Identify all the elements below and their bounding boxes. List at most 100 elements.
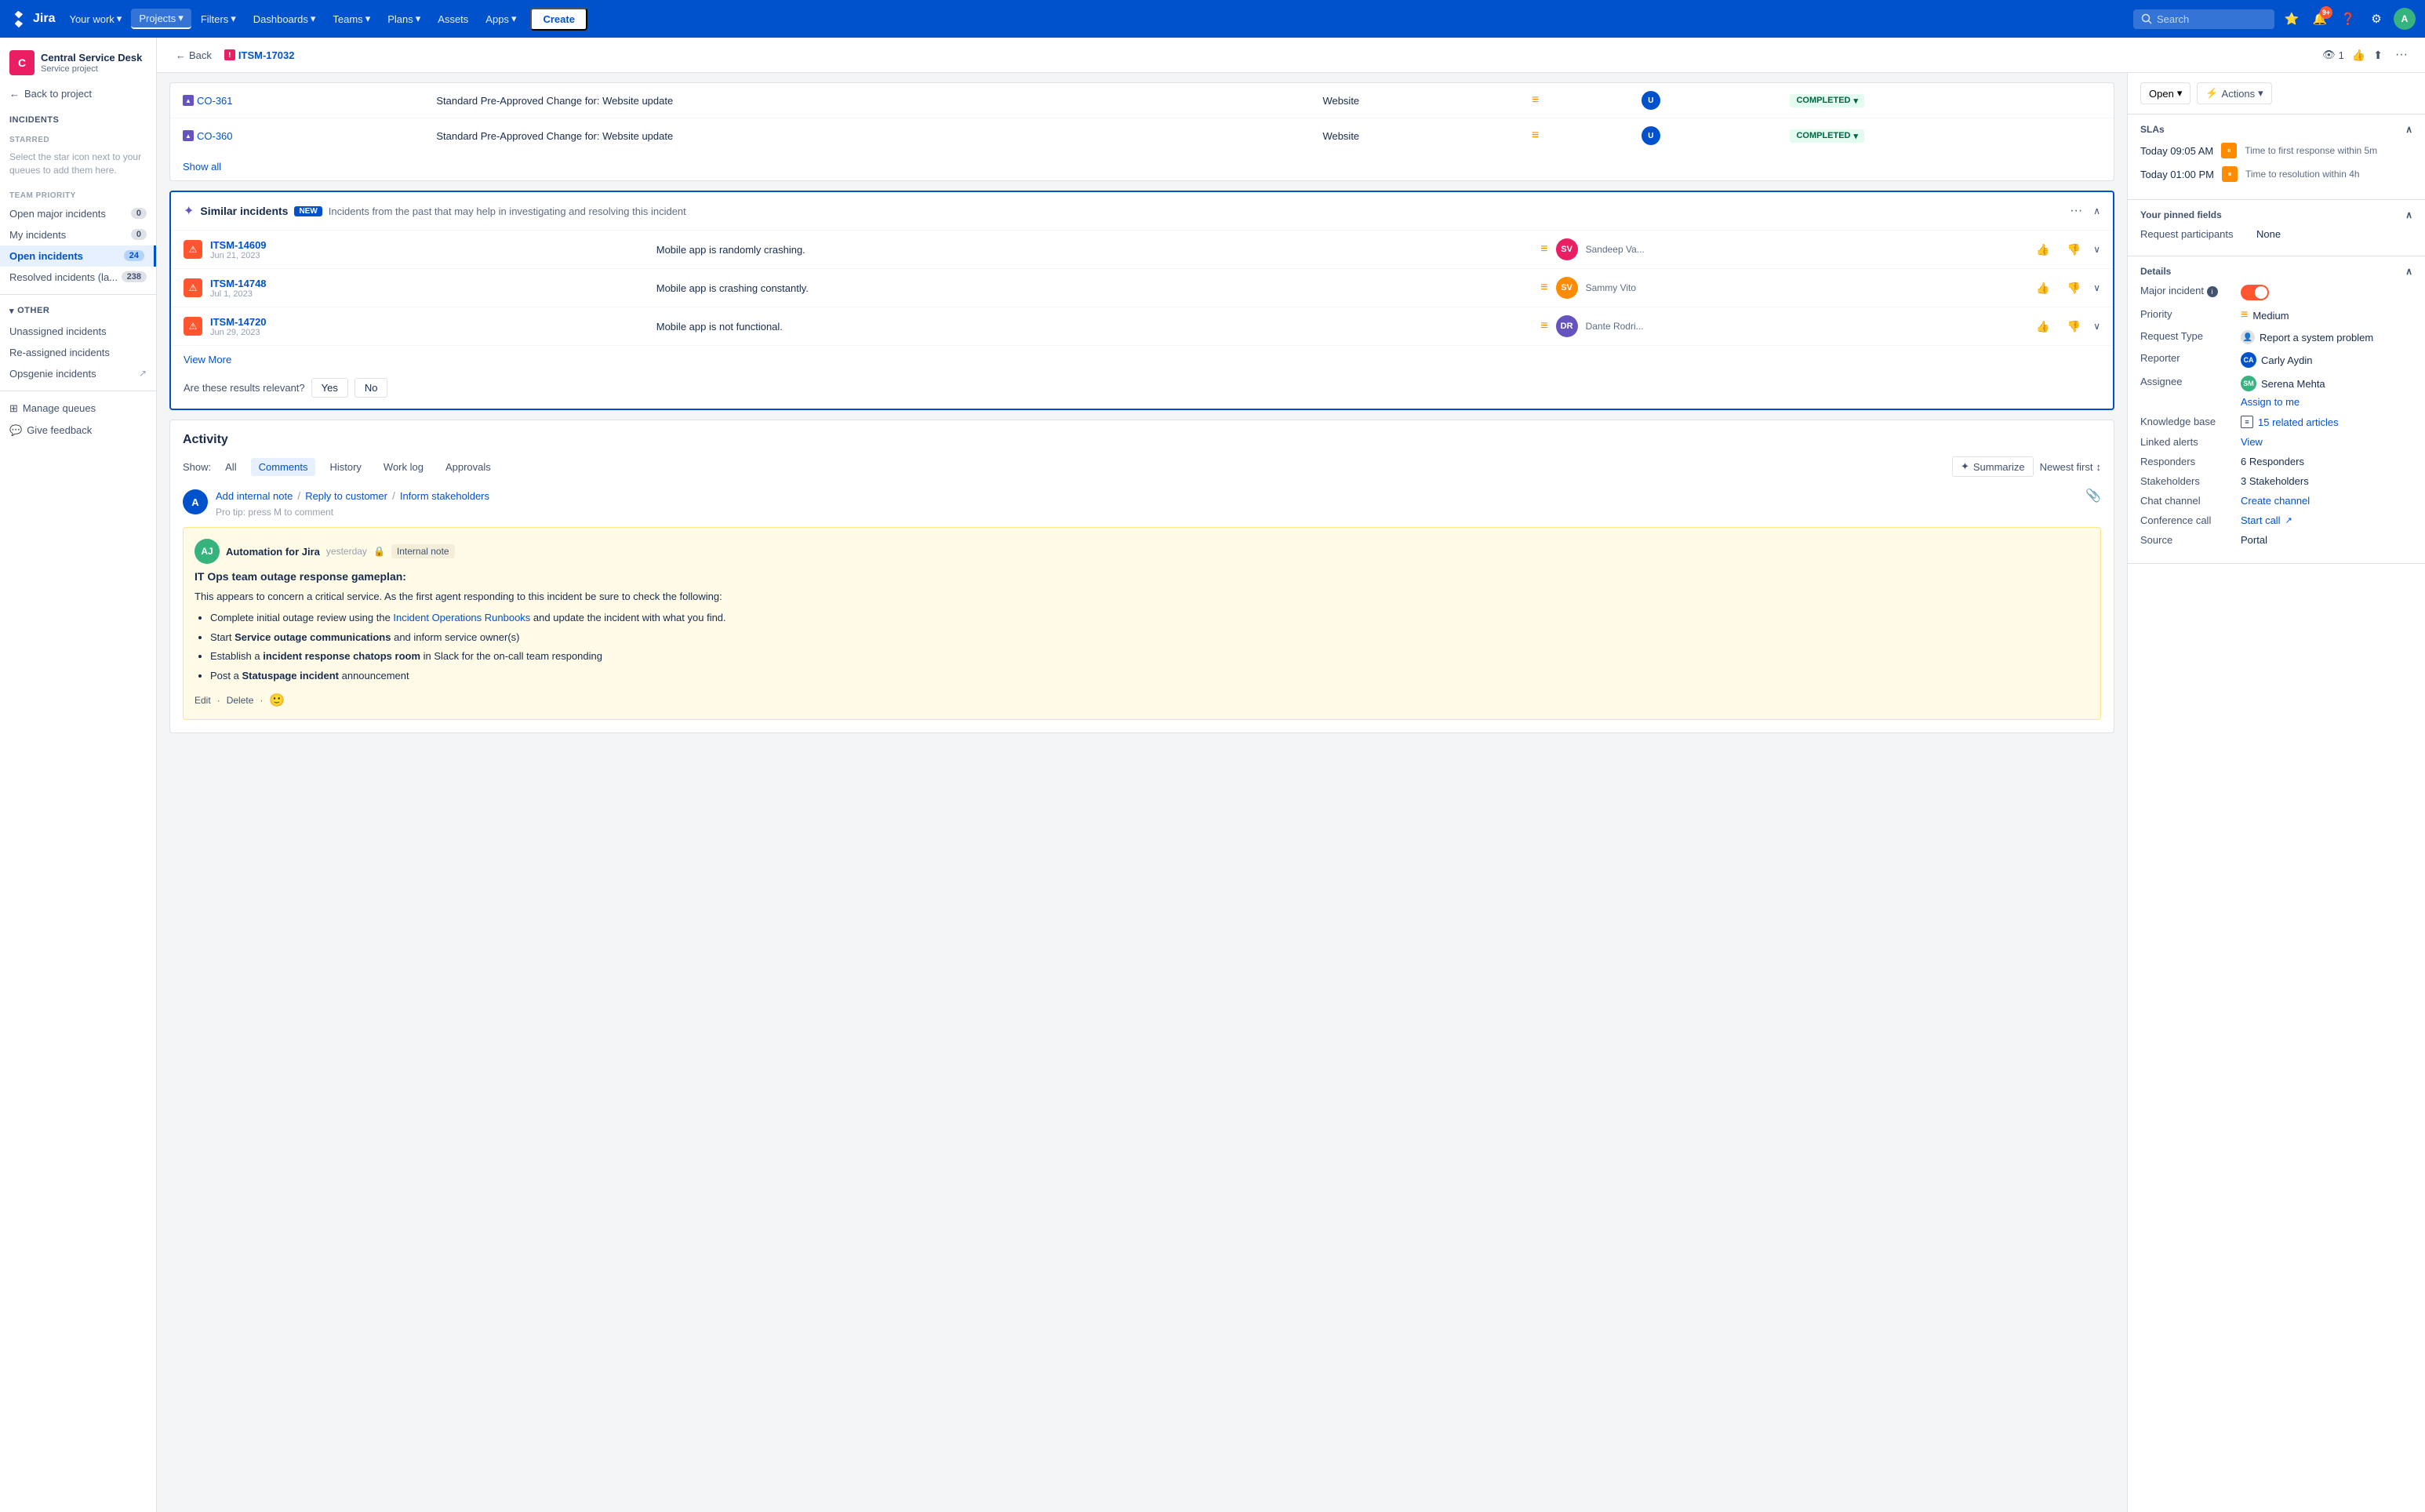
create-channel-link[interactable]: Create channel bbox=[2241, 495, 2310, 507]
priority-row: Priority ≡ Medium bbox=[2140, 308, 2412, 322]
watch-button[interactable]: 👁 1 bbox=[2322, 49, 2344, 61]
knowledge-base-link[interactable]: 15 related articles bbox=[2258, 416, 2339, 428]
sparkle-icon: ✦ bbox=[1961, 460, 1969, 473]
sidebar-item-unassigned[interactable]: Unassigned incidents bbox=[0, 321, 156, 342]
runbooks-link[interactable]: Incident Operations Runbooks bbox=[393, 612, 530, 623]
delete-link[interactable]: Delete bbox=[227, 695, 254, 706]
changes-section: ▲ CO-361 Standard Pre-Approved Change fo… bbox=[169, 82, 2114, 181]
nav-apps[interactable]: Apps ▾ bbox=[478, 9, 524, 28]
collapse-icon[interactable]: ∧ bbox=[2093, 205, 2100, 216]
nav-your-work[interactable]: Your work ▾ bbox=[61, 9, 129, 28]
back-arrow-icon: ← bbox=[9, 88, 20, 100]
sort-button[interactable]: Newest first ↕ bbox=[2040, 461, 2101, 473]
sla-pause-button-2[interactable]: ⏸ bbox=[2222, 166, 2238, 182]
sidebar-item-my-incidents[interactable]: My incidents 0 bbox=[0, 224, 156, 245]
sidebar-item-open-incidents[interactable]: Open incidents 24 bbox=[0, 245, 156, 267]
major-incident-row: Major incident i bbox=[2140, 285, 2412, 300]
expand-item-icon[interactable]: ∨ bbox=[2093, 282, 2100, 293]
show-all-link[interactable]: Show all bbox=[170, 153, 2114, 180]
attach-button[interactable]: 📎 bbox=[2085, 488, 2101, 503]
priority-icon: ≡ bbox=[1540, 319, 1547, 333]
incident-link-14609[interactable]: ITSM-14609 bbox=[210, 239, 649, 251]
help-icon[interactable]: ❓ bbox=[2337, 8, 2359, 30]
relevance-yes-button[interactable]: Yes bbox=[311, 378, 348, 398]
pinned-fields-collapse-icon[interactable]: ∧ bbox=[2405, 209, 2412, 220]
thumbsup-button[interactable]: 👍 bbox=[2031, 279, 2054, 297]
sidebar-item-open-major[interactable]: Open major incidents 0 bbox=[0, 203, 156, 224]
incident-link-14720[interactable]: ITSM-14720 bbox=[210, 316, 649, 328]
relevance-no-button[interactable]: No bbox=[354, 378, 388, 398]
add-internal-note-link[interactable]: Add internal note bbox=[216, 490, 293, 502]
search-input[interactable] bbox=[2157, 13, 2259, 25]
sidebar-item-resolved-incidents[interactable]: Resolved incidents (la... 238 bbox=[0, 267, 156, 288]
slas-title[interactable]: SLAs ∧ bbox=[2140, 124, 2412, 135]
thumbsdown-button[interactable]: 👎 bbox=[2063, 279, 2085, 297]
nav-dashboards[interactable]: Dashboards ▾ bbox=[245, 9, 324, 28]
emoji-reaction-button[interactable]: 🙂 bbox=[269, 692, 285, 708]
linked-alerts-link[interactable]: View bbox=[2241, 436, 2263, 448]
nav-plans[interactable]: Plans ▾ bbox=[380, 9, 428, 28]
thumbsdown-button[interactable]: 👎 bbox=[2063, 241, 2085, 259]
major-incident-info-icon[interactable]: i bbox=[2207, 286, 2218, 297]
major-incident-toggle[interactable] bbox=[2241, 285, 2269, 300]
filter-all[interactable]: All bbox=[217, 458, 244, 476]
thumbsdown-button[interactable]: 👎 bbox=[2063, 318, 2085, 336]
open-status-button[interactable]: Open ▾ bbox=[2140, 82, 2190, 104]
similar-incident-item: ⚠ ITSM-14609 Jun 21, 2023 Mobile app is … bbox=[171, 231, 2113, 269]
summarize-button[interactable]: ✦ Summarize bbox=[1952, 456, 2034, 477]
chevron-down-icon: ▾ bbox=[1854, 131, 1859, 141]
sidebar-manage-queues[interactable]: ⊞ Manage queues bbox=[0, 398, 156, 420]
other-toggle[interactable]: ▾ OTHER bbox=[0, 301, 156, 321]
sidebar-item-reassigned[interactable]: Re-assigned incidents bbox=[0, 342, 156, 363]
nav-projects[interactable]: Projects ▾ bbox=[131, 9, 191, 29]
request-participants-row: Request participants None bbox=[2140, 228, 2412, 240]
like-button[interactable]: 👍 bbox=[2352, 49, 2365, 62]
change-link-co361[interactable]: ▲ CO-361 bbox=[183, 95, 411, 107]
filter-comments[interactable]: Comments bbox=[251, 458, 316, 476]
nav-teams[interactable]: Teams ▾ bbox=[325, 9, 378, 28]
filter-approvals[interactable]: Approvals bbox=[438, 458, 499, 476]
sla-pause-button-1[interactable]: ⏸ bbox=[2221, 143, 2237, 158]
create-button[interactable]: Create bbox=[530, 8, 587, 31]
incident-link-14748[interactable]: ITSM-14748 bbox=[210, 278, 649, 289]
more-options-button[interactable]: ··· bbox=[2390, 45, 2412, 64]
breadcrumb-back-button[interactable]: ← Back bbox=[169, 46, 218, 64]
slas-section: SLAs ∧ Today 09:05 AM ⏸ Time to first re… bbox=[2128, 114, 2425, 200]
sidebar-item-opsgenie[interactable]: Opsgenie incidents ↗ bbox=[0, 363, 156, 384]
jira-logo[interactable]: Jira bbox=[9, 9, 55, 28]
whatsnew-icon[interactable]: ⭐ bbox=[2281, 8, 2303, 30]
inform-stakeholders-link[interactable]: Inform stakeholders bbox=[400, 490, 489, 502]
edit-link[interactable]: Edit bbox=[195, 695, 211, 706]
slas-collapse-icon[interactable]: ∧ bbox=[2405, 124, 2412, 135]
status-badge-co361[interactable]: COMPLETED ▾ bbox=[1790, 94, 1864, 107]
expand-item-icon[interactable]: ∨ bbox=[2093, 244, 2100, 255]
pinned-fields-title[interactable]: Your pinned fields ∧ bbox=[2140, 209, 2412, 220]
filter-worklog[interactable]: Work log bbox=[376, 458, 431, 476]
details-title[interactable]: Details ∧ bbox=[2140, 266, 2412, 277]
similar-more-button[interactable]: ··· bbox=[2065, 202, 2087, 220]
settings-icon[interactable]: ⚙ bbox=[2365, 8, 2387, 30]
actions-button[interactable]: ⚡ Actions ▾ bbox=[2197, 82, 2271, 104]
start-call-link[interactable]: Start call bbox=[2241, 514, 2281, 526]
sidebar-give-feedback[interactable]: 💬 Give feedback bbox=[0, 420, 156, 442]
change-link-co360[interactable]: ▲ CO-360 bbox=[183, 130, 411, 142]
view-more-link[interactable]: View More bbox=[171, 346, 2113, 370]
share-button[interactable]: ⬆ bbox=[2373, 49, 2383, 62]
details-collapse-icon[interactable]: ∧ bbox=[2405, 266, 2412, 277]
assign-to-me-link[interactable]: Assign to me bbox=[2241, 396, 2300, 408]
comment-title: IT Ops team outage response gameplan: bbox=[195, 570, 2089, 583]
back-to-project[interactable]: ← Back to project bbox=[0, 82, 156, 106]
reply-to-customer-link[interactable]: Reply to customer bbox=[305, 490, 387, 502]
thumbsup-button[interactable]: 👍 bbox=[2031, 241, 2054, 259]
nav-filters[interactable]: Filters ▾ bbox=[193, 9, 244, 28]
nav-assets[interactable]: Assets bbox=[430, 10, 476, 28]
status-badge-co360[interactable]: COMPLETED ▾ bbox=[1790, 129, 1864, 143]
search-box[interactable] bbox=[2133, 9, 2274, 29]
nav-items: Your work ▾ Projects ▾ Filters ▾ Dashboa… bbox=[61, 8, 587, 31]
user-avatar[interactable]: A bbox=[2394, 8, 2416, 30]
notifications-icon[interactable]: 🔔 9+ bbox=[2309, 8, 2331, 30]
expand-item-icon[interactable]: ∨ bbox=[2093, 321, 2100, 332]
thumbsup-button[interactable]: 👍 bbox=[2031, 318, 2054, 336]
filter-history[interactable]: History bbox=[322, 458, 369, 476]
breadcrumb-ticket-link[interactable]: ! ITSM-17032 bbox=[224, 49, 295, 61]
